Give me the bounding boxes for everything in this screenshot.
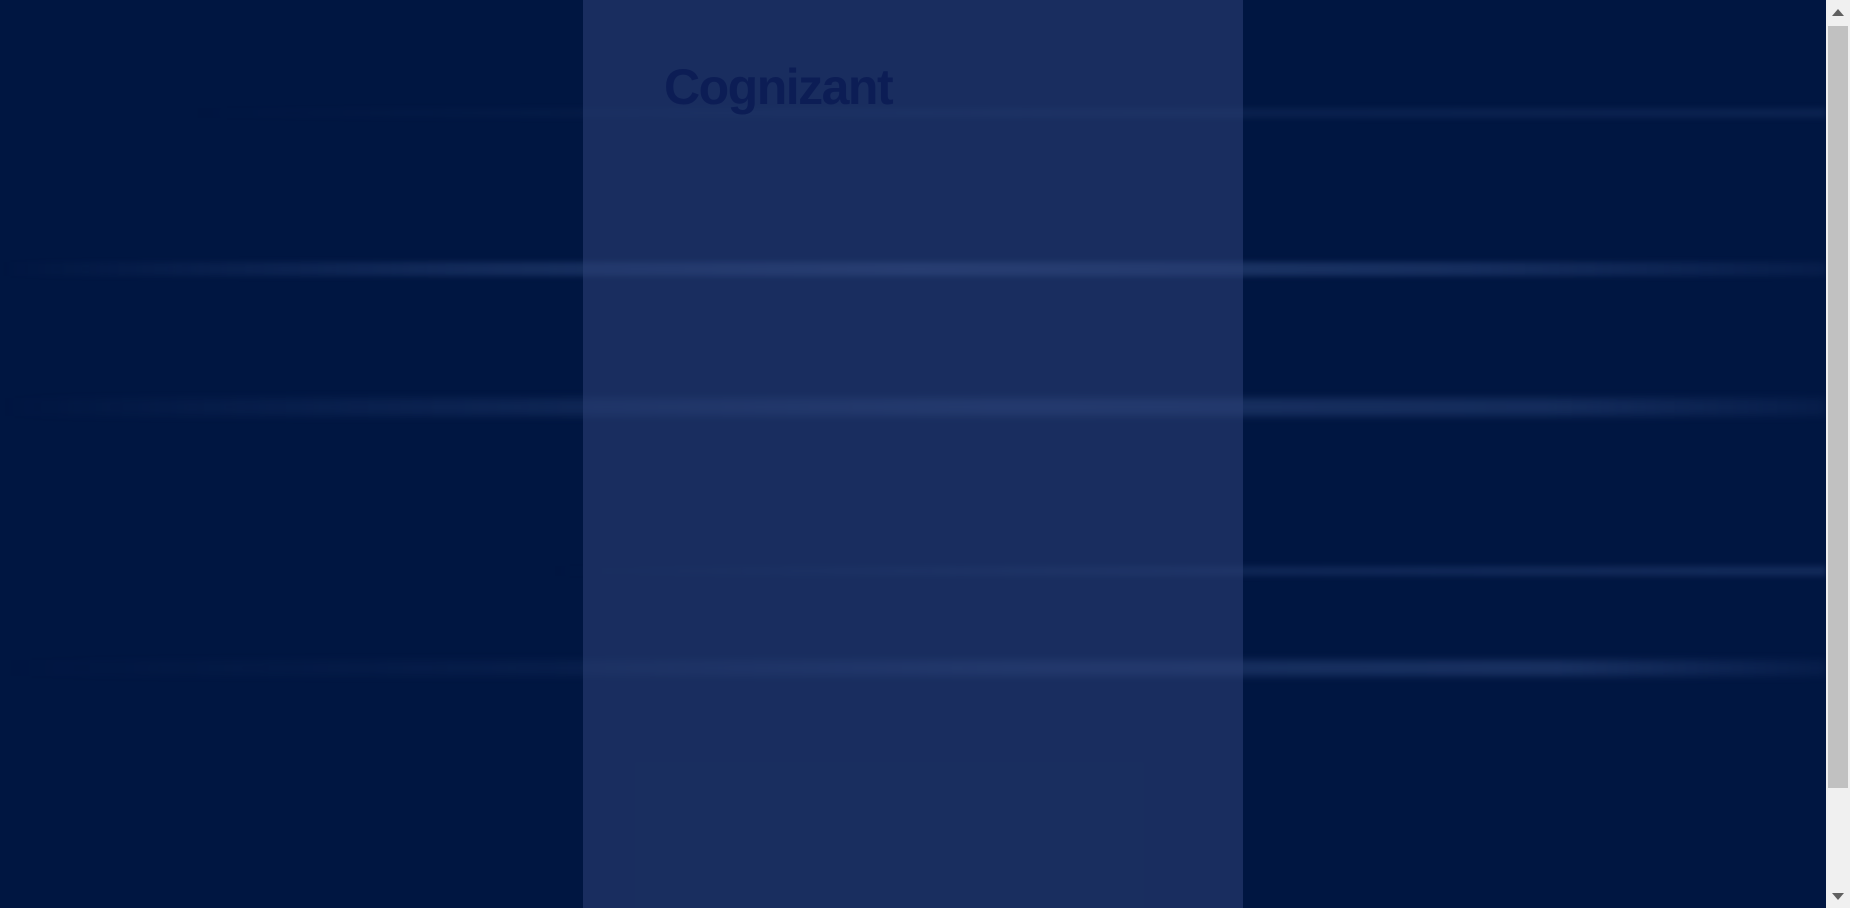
login-panel: Cognizant (583, 0, 1243, 908)
vertical-scrollbar[interactable] (1826, 0, 1850, 908)
page-background: Cognizant (0, 0, 1826, 908)
scroll-down-button[interactable] (1826, 884, 1850, 908)
scrollbar-thumb[interactable] (1828, 26, 1848, 788)
cognizant-logo: Cognizant (664, 59, 894, 115)
scroll-down-arrow-icon (1832, 892, 1844, 900)
scroll-up-button[interactable] (1826, 0, 1850, 24)
scroll-up-arrow-icon (1832, 8, 1844, 16)
